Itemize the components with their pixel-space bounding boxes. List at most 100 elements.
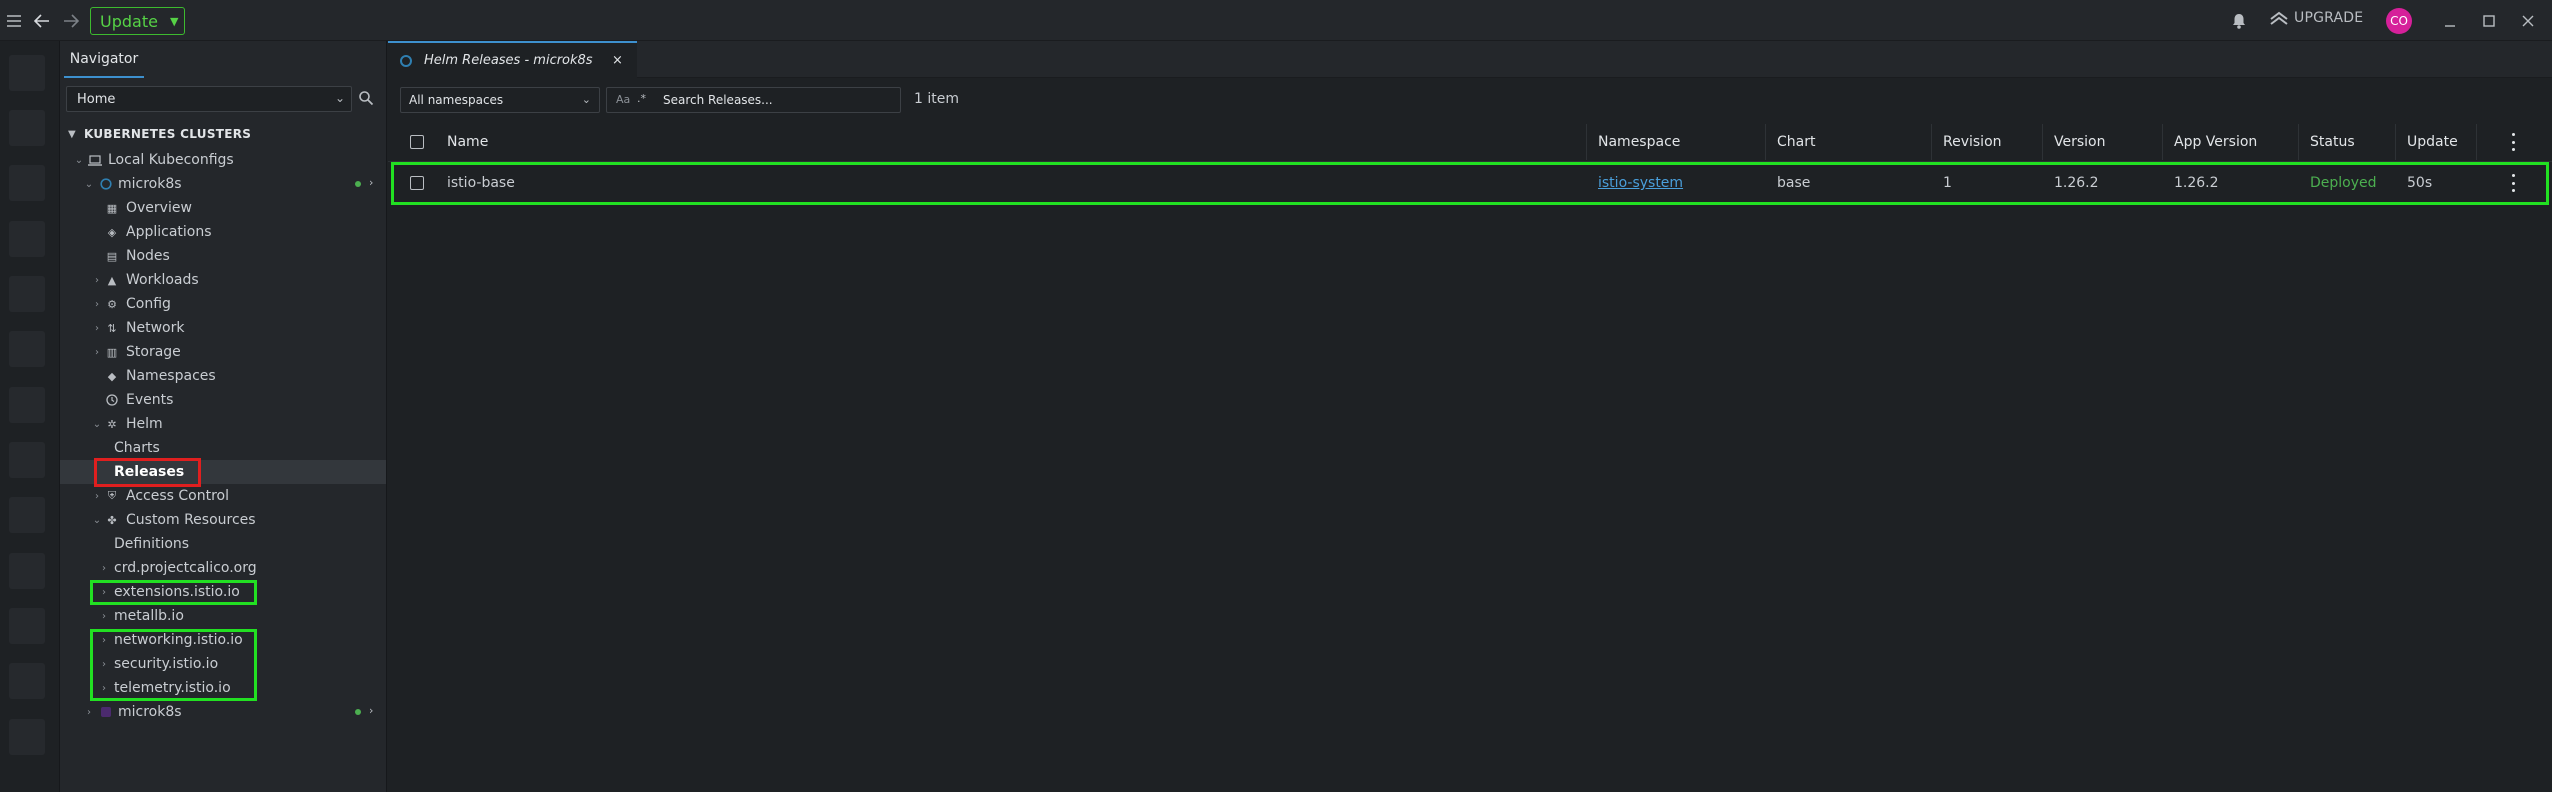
grid-icon: ▦ <box>106 201 118 215</box>
avatar[interactable]: CO <box>2386 8 2412 34</box>
column-header-name[interactable]: Name <box>447 134 488 150</box>
hotbar-slot[interactable] <box>9 553 45 589</box>
tab-navigator[interactable]: Navigator <box>64 41 144 78</box>
search-icon[interactable] <box>358 90 376 108</box>
hotbar-slot[interactable] <box>9 497 45 533</box>
upgrade-button[interactable]: UPGRADE <box>2270 10 2363 26</box>
tree-crd-projectcalico[interactable]: › crd.projectcalico.org <box>60 556 386 580</box>
hotbar-slot[interactable] <box>9 442 45 478</box>
tree-overview[interactable]: ▦ Overview <box>60 196 386 220</box>
namespaces-stack-icon: ◆ <box>107 369 117 383</box>
maximize-icon[interactable] <box>2479 11 2499 31</box>
layers-icon: ◈ <box>107 225 117 239</box>
tree-label: Workloads <box>126 272 199 288</box>
tree-label: Access Control <box>126 488 229 504</box>
tree-config[interactable]: › ⚙ Config <box>60 292 386 316</box>
back-arrow-icon[interactable] <box>32 11 52 31</box>
tree-applications[interactable]: ◈ Applications <box>60 220 386 244</box>
column-separator <box>2042 124 2043 160</box>
hotbar-slot[interactable] <box>9 719 45 755</box>
namespace-select[interactable]: All namespaces ⌄ <box>400 87 600 113</box>
update-button-label: Update <box>100 11 158 31</box>
tree-helm-charts[interactable]: Charts <box>60 436 386 460</box>
highlight-istio-base-row <box>391 162 2549 205</box>
chevron-down-icon: ⌄ <box>74 154 84 166</box>
tree-cluster-microk8s[interactable]: ⌄ microk8s › <box>60 172 386 196</box>
home-select-value: Home <box>77 91 116 107</box>
chevron-right-icon[interactable]: › <box>369 176 373 189</box>
tree-events[interactable]: Events <box>60 388 386 412</box>
hotbar-slot[interactable] <box>9 276 45 312</box>
tree-namespaces[interactable]: ◆ Namespaces <box>60 364 386 388</box>
minimize-icon[interactable] <box>2440 11 2460 31</box>
tree-label: Custom Resources <box>126 512 256 528</box>
chevron-right-icon: › <box>102 562 106 574</box>
hotbar-slot[interactable] <box>9 387 45 423</box>
tree-access-control[interactable]: › ⛨ Access Control <box>60 484 386 508</box>
column-header-version[interactable]: Version <box>2054 134 2105 150</box>
namespace-select-value: All namespaces <box>409 93 504 107</box>
kubernetes-clusters-header[interactable]: ▼ KUBERNETES CLUSTERS <box>68 127 251 141</box>
tree-label: Overview <box>126 200 192 216</box>
tree-label: Network <box>126 320 185 336</box>
column-separator <box>2395 124 2396 160</box>
column-menu-icon[interactable] <box>2506 133 2520 151</box>
search-input[interactable] <box>663 91 893 109</box>
tree-network[interactable]: › ⇅ Network <box>60 316 386 340</box>
chevron-right-icon: › <box>95 274 99 286</box>
highlight-extensions-istio <box>90 580 257 605</box>
column-separator <box>2162 124 2163 160</box>
tree-workloads[interactable]: › ▲ Workloads <box>60 268 386 292</box>
tree-storage[interactable]: › ▥ Storage <box>60 340 386 364</box>
bell-icon[interactable] <box>2229 11 2249 31</box>
tree-nodes[interactable]: ▤ Nodes <box>60 244 386 268</box>
column-header-app-version[interactable]: App Version <box>2174 134 2257 150</box>
close-window-icon[interactable] <box>2518 11 2538 31</box>
tree-helm[interactable]: ⌄ ✲ Helm <box>60 412 386 436</box>
hotbar-slot[interactable] <box>9 110 45 146</box>
column-header-namespace[interactable]: Namespace <box>1598 134 1680 150</box>
column-header-updated[interactable]: Update <box>2407 134 2458 150</box>
close-icon[interactable]: × <box>612 53 623 68</box>
tree-local-kubeconfigs[interactable]: ⌄ Local Kubeconfigs <box>60 148 386 172</box>
tab-helm-releases[interactable]: Helm Releases - microk8s × <box>388 41 637 78</box>
select-all-checkbox[interactable] <box>410 135 424 149</box>
upgrade-label: UPGRADE <box>2294 10 2364 26</box>
tree-definitions[interactable]: Definitions <box>60 532 386 556</box>
column-header-chart[interactable]: Chart <box>1777 134 1815 150</box>
match-case-icon[interactable]: Aa <box>616 93 630 106</box>
regex-icon[interactable]: .* <box>637 92 646 105</box>
config-icon: ⚙ <box>107 297 117 311</box>
chevron-down-icon: ⌄ <box>84 178 94 190</box>
tree-label: metallb.io <box>114 608 184 624</box>
network-arrows-icon: ⇅ <box>107 321 117 335</box>
nodes-icon: ▤ <box>106 249 118 263</box>
menu-icon[interactable] <box>4 11 24 31</box>
column-header-revision[interactable]: Revision <box>1943 134 2002 150</box>
chevron-right-icon[interactable]: › <box>369 704 373 717</box>
tree-metallb[interactable]: › metallb.io <box>60 604 386 628</box>
search-releases-box: Aa .* <box>606 87 901 113</box>
kubernetes-clusters-label: KUBERNETES CLUSTERS <box>84 127 252 141</box>
clock-icon <box>105 393 119 407</box>
hotbar-slot[interactable] <box>9 221 45 257</box>
chevron-right-icon: › <box>95 298 99 310</box>
hotbar-slot[interactable] <box>9 663 45 699</box>
tree-cluster-microk8s-2[interactable]: › microk8s › <box>60 700 386 724</box>
tree-custom-resources[interactable]: ⌄ ✤ Custom Resources <box>60 508 386 532</box>
forward-arrow-icon[interactable] <box>61 11 81 31</box>
column-separator <box>1586 124 1587 160</box>
column-separator <box>2298 124 2299 160</box>
hotbar-slot[interactable] <box>9 165 45 201</box>
main-panel: Helm Releases - microk8s × All namespace… <box>388 41 2552 792</box>
column-header-status[interactable]: Status <box>2310 134 2355 150</box>
tree-label: microk8s <box>118 176 182 192</box>
update-button[interactable]: Update ▼ <box>90 7 185 35</box>
hotbar-slot[interactable] <box>9 55 45 91</box>
home-select[interactable]: Home ⌄ <box>66 86 352 112</box>
shield-icon: ⛨ <box>107 489 117 502</box>
tree-label: Storage <box>126 344 181 360</box>
hotbar-slot[interactable] <box>9 331 45 367</box>
top-bar: Update ▼ UPGRADE CO <box>0 0 2552 41</box>
hotbar-slot[interactable] <box>9 608 45 644</box>
